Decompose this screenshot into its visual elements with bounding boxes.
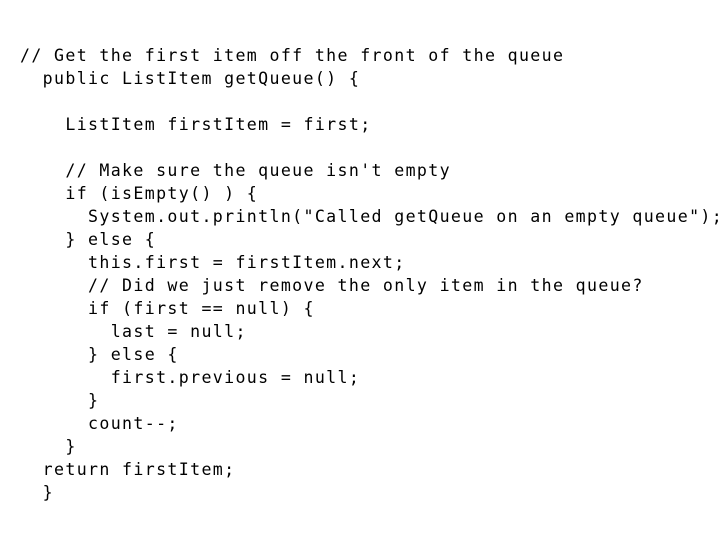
code-line: count--; bbox=[20, 414, 179, 433]
code-line: if (first == null) { bbox=[20, 299, 315, 318]
code-line: return firstItem; bbox=[20, 460, 236, 479]
code-listing: // Get the first item off the front of t… bbox=[20, 44, 720, 504]
code-line: System.out.println("Called getQueue on a… bbox=[20, 207, 720, 226]
code-line: } else { bbox=[20, 345, 179, 364]
code-line: } bbox=[20, 391, 100, 410]
code-line: this.first = firstItem.next; bbox=[20, 253, 406, 272]
code-slide: // Get the first item off the front of t… bbox=[0, 0, 720, 540]
code-line: last = null; bbox=[20, 322, 247, 341]
code-line: // Make sure the queue isn't empty bbox=[20, 161, 451, 180]
code-line: // Get the first item off the front of t… bbox=[20, 46, 565, 65]
code-line: } bbox=[20, 437, 77, 456]
code-line: if (isEmpty() ) { bbox=[20, 184, 259, 203]
code-line: ListItem firstItem = first; bbox=[20, 115, 372, 134]
code-line: } bbox=[20, 483, 55, 502]
code-line: public ListItem getQueue() { bbox=[20, 69, 361, 88]
code-line: // Did we just remove the only item in t… bbox=[20, 276, 644, 295]
code-line: } else { bbox=[20, 230, 157, 249]
code-line: first.previous = null; bbox=[20, 368, 361, 387]
